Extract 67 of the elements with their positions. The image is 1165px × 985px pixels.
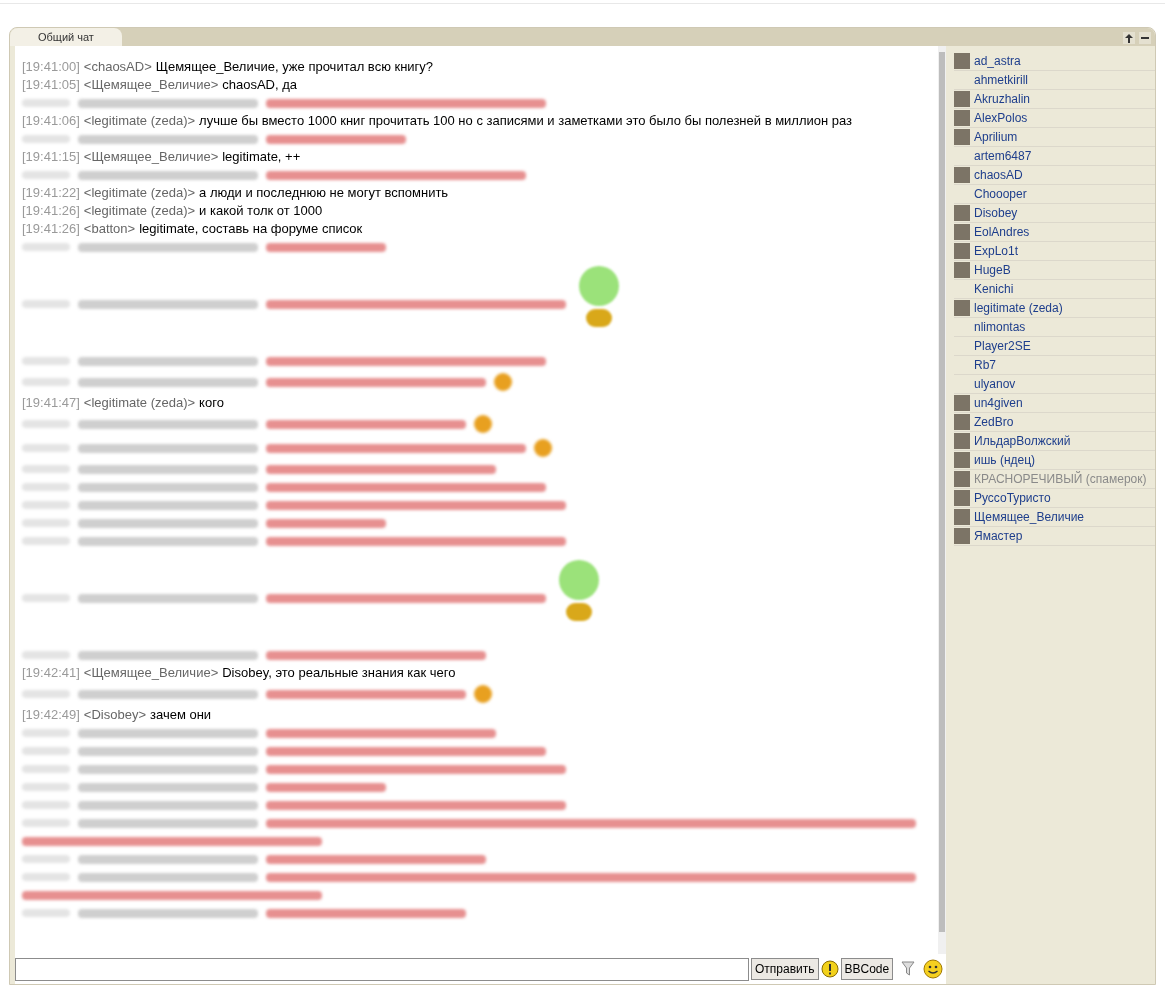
- smiley-icon[interactable]: [923, 959, 944, 979]
- message-time: [19:41:47]: [22, 394, 80, 413]
- user-name[interactable]: Akruzhalin: [974, 90, 1031, 108]
- user-name[interactable]: ad_astra: [974, 52, 1021, 70]
- message-time: [19:41:26]: [22, 220, 80, 239]
- user-name[interactable]: ulyanov: [974, 375, 1016, 393]
- message-text: кого: [199, 394, 224, 413]
- send-button[interactable]: Отправить: [751, 958, 819, 980]
- scrollbar-thumb[interactable]: [939, 52, 945, 932]
- message-nick: <Щемящее_Величие>: [83, 664, 219, 683]
- message-nick: <legitimate (zeda)>: [83, 112, 196, 131]
- user-name[interactable]: nlimontas: [974, 318, 1026, 336]
- message-time: [19:42:49]: [22, 706, 80, 725]
- user-name[interactable]: ahmetkirill: [974, 71, 1028, 89]
- user-name[interactable]: Rb7: [974, 356, 996, 374]
- user-name[interactable]: Щемящее_Величие: [974, 508, 1085, 526]
- bbcode-button[interactable]: BBCode: [840, 958, 894, 980]
- user-name[interactable]: artem6487: [974, 147, 1032, 165]
- filter-icon[interactable]: [901, 961, 916, 977]
- user-name[interactable]: ишь (ндец): [974, 451, 1036, 469]
- up-arrow-icon: [1125, 33, 1133, 43]
- user-name[interactable]: chaosAD: [974, 166, 1023, 184]
- message-nick: <Щемящее_Величие>: [83, 148, 219, 167]
- user-name[interactable]: ZedBro: [974, 413, 1014, 431]
- minus-icon: [1141, 37, 1149, 39]
- message-text: legitimate, ++: [222, 148, 301, 167]
- message-nick: <chaosAD>: [83, 58, 152, 77]
- message-nick: <Disobey>: [83, 706, 146, 725]
- message-time: [19:41:05]: [22, 76, 80, 95]
- message-time: [19:41:26]: [22, 202, 80, 221]
- user-name[interactable]: un4given: [974, 394, 1023, 412]
- message-time: [19:41:06]: [22, 112, 80, 131]
- message-text: а люди и последнюю не могут вспомнить: [199, 184, 449, 203]
- user-name[interactable]: EolAndres: [974, 223, 1030, 241]
- message-time: [19:42:41]: [22, 664, 80, 683]
- message-input[interactable]: [15, 957, 749, 981]
- user-name[interactable]: Disobey: [974, 204, 1018, 222]
- scroll-up-button[interactable]: [1123, 32, 1135, 44]
- message-text: Щемящее_Величие, уже прочитал всю книгу?: [155, 58, 434, 77]
- minimize-button[interactable]: [1139, 32, 1151, 44]
- message-text: лучше бы вместо 1000 книг прочитать 100 но с записями и заметками это было бы полезней в миллион раз: [199, 112, 853, 131]
- user-name[interactable]: legitimate (zeda): [974, 299, 1063, 317]
- warning-icon[interactable]: [820, 960, 839, 978]
- message-text: и какой толк от 1000: [199, 202, 323, 221]
- message-text: зачем они: [150, 706, 212, 725]
- message-text: legitimate, составь на форуме список: [139, 220, 363, 239]
- message-nick: <batton>: [83, 220, 136, 239]
- message-nick: <legitimate (zeda)>: [83, 184, 196, 203]
- message-time: [19:41:00]: [22, 58, 80, 77]
- user-name[interactable]: РуссоТуристо: [974, 489, 1051, 507]
- message-text: chaosAD, да: [222, 76, 298, 95]
- message-text: Disobey, это реальные знания как чего: [222, 664, 456, 683]
- user-name[interactable]: Kenichi: [974, 280, 1014, 298]
- message-nick: <Щемящее_Величие>: [83, 76, 219, 95]
- message-nick: <legitimate (zeda)>: [83, 394, 196, 413]
- user-name[interactable]: AlexPolos: [974, 109, 1028, 127]
- message-nick: <legitimate (zeda)>: [83, 202, 196, 221]
- message-time: [19:41:15]: [22, 148, 80, 167]
- user-name[interactable]: ИльдарВолжский: [974, 432, 1071, 450]
- user-name[interactable]: Ямастер: [974, 527, 1023, 545]
- user-name[interactable]: Choooper: [974, 185, 1027, 203]
- user-name[interactable]: Player2SE: [974, 337, 1031, 355]
- chat-tab[interactable]: Общий чат: [10, 28, 122, 46]
- user-name[interactable]: Aprilium: [974, 128, 1018, 146]
- user-name[interactable]: ExpLo1t: [974, 242, 1019, 260]
- message-time: [19:41:22]: [22, 184, 80, 203]
- user-name[interactable]: HugeB: [974, 261, 1011, 279]
